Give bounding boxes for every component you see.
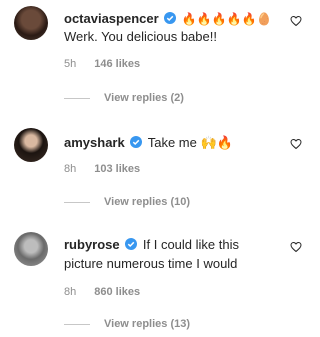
view-replies-label[interactable]: View replies (2) — [104, 92, 184, 104]
like-heart-icon[interactable] — [290, 15, 302, 27]
avatar[interactable] — [14, 232, 48, 266]
likes-count[interactable]: 146 likes — [94, 58, 140, 70]
divider — [64, 201, 90, 203]
comment-text-line1: If I could like this — [142, 237, 239, 252]
view-replies-label[interactable]: View replies (13) — [104, 318, 190, 330]
like-heart-icon[interactable] — [290, 138, 302, 150]
username[interactable]: octaviaspencer — [64, 11, 159, 26]
comment-text: Take me 🙌🔥 — [147, 135, 233, 150]
avatar[interactable] — [14, 6, 48, 40]
avatar[interactable] — [14, 128, 48, 162]
timestamp: 8h — [64, 286, 77, 298]
view-replies-button[interactable]: View replies (2) — [64, 92, 184, 104]
timestamp: 5h — [64, 58, 77, 70]
view-replies-button[interactable]: View replies (13) — [64, 318, 190, 330]
likes-count[interactable]: 103 likes — [94, 163, 140, 175]
like-heart-icon[interactable] — [290, 241, 302, 253]
divider — [64, 323, 90, 325]
verified-badge-icon — [164, 12, 177, 24]
view-replies-button[interactable]: View replies (10) — [64, 196, 190, 208]
view-replies-label[interactable]: View replies (10) — [104, 196, 190, 208]
comment-emojis: 🔥🔥🔥🔥🔥🥚 — [181, 12, 272, 26]
comment-meta: 8h 860 likes — [64, 286, 140, 298]
comment-text-line2: picture numerous time I would — [64, 256, 238, 271]
verified-badge-icon — [125, 238, 138, 250]
divider — [64, 97, 90, 99]
likes-count[interactable]: 860 likes — [94, 286, 140, 298]
comment-text: Werk. You delicious babe!! — [64, 29, 217, 44]
timestamp: 8h — [64, 163, 77, 175]
comment-meta: 8h 103 likes — [64, 163, 140, 175]
username[interactable]: amyshark — [64, 135, 125, 150]
verified-badge-icon — [130, 136, 143, 148]
username[interactable]: rubyrose — [64, 237, 120, 252]
comment-meta: 5h 146 likes — [64, 58, 140, 70]
